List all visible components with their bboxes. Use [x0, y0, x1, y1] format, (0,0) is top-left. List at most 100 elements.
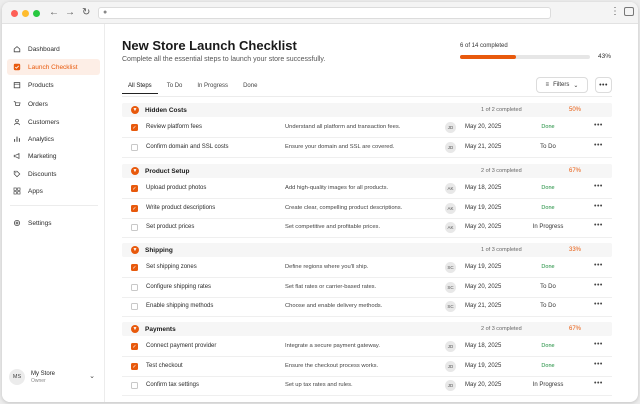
status-badge[interactable]: Done: [518, 185, 578, 191]
chevron-down-icon[interactable]: ▼: [131, 106, 139, 114]
task-due-date: May 18, 2025: [465, 185, 502, 191]
row-more-icon[interactable]: •••: [594, 282, 603, 289]
task-checkbox[interactable]: [131, 283, 138, 291]
status-badge[interactable]: Done: [518, 264, 578, 270]
status-badge[interactable]: Done: [518, 205, 578, 211]
browser-menu-icon[interactable]: ⋮: [610, 6, 620, 17]
task-checkbox[interactable]: ✓: [131, 124, 138, 131]
group-header[interactable]: ▼ Shipping 1 of 3 completed 33%: [122, 243, 612, 257]
sidebar-item-marketing[interactable]: Marketing: [7, 148, 100, 164]
user-icon: [13, 118, 21, 126]
assignee-avatar: SC: [445, 281, 456, 293]
table-row[interactable]: ✓ Test checkout Ensure the checkout proces…: [122, 358, 612, 377]
task-name: Test checkout: [146, 362, 183, 369]
table-row[interactable]: ✓ Upload product photos Add high-quality i…: [122, 180, 612, 199]
group-header[interactable]: ▼ Hidden Costs 1 of 2 completed 50%: [122, 103, 612, 117]
close-window-button[interactable]: [11, 10, 18, 17]
sliders-icon: ≡: [545, 82, 550, 88]
sidebar-item-label: Discounts: [28, 170, 57, 178]
group-count: 2 of 3 completed: [481, 168, 522, 174]
status-badge[interactable]: Done: [518, 343, 578, 349]
filters-button[interactable]: ≡ Filters ⌄: [536, 77, 588, 93]
task-due-date: May 20, 2025: [465, 224, 502, 230]
store-switcher[interactable]: MS My Store Owner ⌄: [9, 366, 99, 388]
group-name: Hidden Costs: [145, 106, 187, 114]
row-more-icon[interactable]: •••: [594, 262, 603, 269]
checkbox-icon: [13, 63, 21, 71]
assignee-avatar: JD: [445, 141, 456, 153]
maximize-window-button[interactable]: [33, 10, 40, 17]
status-badge[interactable]: Done: [518, 363, 578, 369]
task-description: Set competitive and profitable prices.: [285, 224, 381, 230]
reload-icon[interactable]: ↻: [82, 7, 90, 19]
table-row[interactable]: Set product prices Set competitive and pr…: [122, 219, 612, 238]
task-description: Choose and enable delivery methods.: [285, 303, 383, 309]
group-percent: 67%: [569, 168, 582, 174]
sidebar-item-discounts[interactable]: Discounts: [7, 166, 100, 182]
task-checkbox[interactable]: ✓: [131, 362, 138, 370]
group-header[interactable]: ▼ Payments 2 of 3 completed 67%: [122, 322, 612, 336]
row-more-icon[interactable]: •••: [594, 341, 603, 348]
task-checkbox[interactable]: [131, 143, 138, 151]
row-more-icon[interactable]: •••: [594, 122, 603, 129]
task-checkbox[interactable]: ✓: [131, 264, 138, 271]
filter-tabs: All Steps To Do In Progress Done: [122, 78, 266, 98]
table-row[interactable]: Enable shipping methods Choose and enable…: [122, 298, 612, 317]
sidebar-item-label: Dashboard: [28, 45, 60, 53]
table-row[interactable]: Configure shipping rates Set flat rates o…: [122, 279, 612, 298]
sidebar-item-orders[interactable]: Orders: [7, 96, 100, 112]
group-count: 1 of 3 completed: [481, 247, 522, 253]
sidebar-item-analytics[interactable]: Analytics: [7, 131, 100, 147]
status-badge[interactable]: To Do: [518, 144, 578, 150]
sidebar-item-dashboard[interactable]: Dashboard: [7, 41, 100, 57]
table-row[interactable]: ✓ Write product descriptions Create clear,…: [122, 200, 612, 219]
status-badge[interactable]: In Progress: [518, 224, 578, 230]
back-arrow-icon[interactable]: ←: [49, 7, 59, 19]
row-more-icon[interactable]: •••: [594, 183, 603, 190]
row-more-icon[interactable]: •••: [594, 301, 603, 308]
table-row[interactable]: Confirm tax settings Set up tax rates and…: [122, 377, 612, 396]
sidebar-item-launch-checklist[interactable]: Launch Checklist: [7, 59, 100, 75]
grid-icon: [13, 187, 21, 195]
sidebar-item-products[interactable]: Products: [7, 77, 100, 93]
chevron-down-icon[interactable]: ▼: [131, 325, 139, 333]
task-checkbox[interactable]: [131, 382, 138, 389]
tab-in-progress[interactable]: In Progress: [191, 78, 234, 94]
row-more-icon[interactable]: •••: [594, 142, 603, 149]
row-more-icon[interactable]: •••: [594, 203, 603, 210]
task-due-date: May 20, 2025: [465, 124, 502, 130]
tab-all-steps[interactable]: All Steps: [122, 78, 158, 94]
minimize-window-button[interactable]: [22, 10, 29, 17]
forward-arrow-icon[interactable]: →: [65, 7, 75, 19]
status-badge[interactable]: Done: [518, 124, 578, 130]
table-row[interactable]: Confirm domain and SSL costs Ensure your …: [122, 139, 612, 158]
task-name: Set product prices: [146, 224, 195, 230]
row-more-icon[interactable]: •••: [594, 380, 603, 387]
sidebar-item-apps[interactable]: Apps: [7, 183, 100, 199]
chevron-down-icon[interactable]: ▼: [131, 246, 139, 254]
row-more-icon[interactable]: •••: [594, 361, 603, 368]
status-badge[interactable]: To Do: [518, 284, 578, 290]
address-bar[interactable]: ●: [98, 7, 551, 19]
task-checkbox[interactable]: [131, 224, 138, 231]
status-badge[interactable]: To Do: [518, 303, 578, 309]
sidebar-item-settings[interactable]: Settings: [7, 215, 100, 231]
more-options-button[interactable]: •••: [595, 77, 612, 93]
row-more-icon[interactable]: •••: [594, 222, 603, 229]
table-row[interactable]: ✓ Set shipping zones Define regions where …: [122, 259, 612, 278]
table-row[interactable]: ✓ Review platform fees Understand all plat…: [122, 119, 612, 138]
tab-to-do[interactable]: To Do: [161, 78, 189, 94]
browser-window: ← → ↻ ● ⋮ Dashboard Launch Checklist Produ…: [2, 2, 638, 402]
task-checkbox[interactable]: ✓: [131, 204, 138, 212]
tab-done[interactable]: Done: [237, 78, 263, 94]
sidebar-toggle-icon[interactable]: [624, 7, 634, 16]
task-description: Create clear, compelling product descrip…: [285, 204, 403, 211]
task-checkbox[interactable]: ✓: [131, 343, 138, 350]
task-checkbox[interactable]: ✓: [131, 185, 138, 192]
sidebar-item-customers[interactable]: Customers: [7, 114, 100, 130]
table-row[interactable]: ✓ Connect payment provider Integrate a sec…: [122, 338, 612, 357]
chevron-down-icon[interactable]: ▼: [131, 167, 139, 175]
task-checkbox[interactable]: [131, 303, 138, 310]
status-badge[interactable]: In Progress: [518, 382, 578, 388]
group-header[interactable]: ▼ Product Setup 2 of 3 completed 67%: [122, 164, 612, 178]
